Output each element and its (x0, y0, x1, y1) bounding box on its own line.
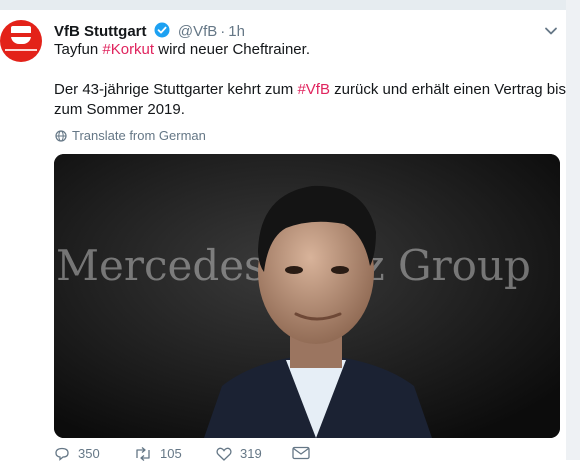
scrollbar[interactable] (566, 0, 580, 460)
hashtag-link[interactable]: #Korkut (102, 41, 154, 58)
display-name[interactable]: VfB Stuttgart (54, 23, 147, 40)
envelope-icon (292, 446, 310, 460)
retweet-count: 105 (160, 446, 182, 461)
tweet-header: VfB Stuttgart @VfB · 1h (54, 22, 245, 41)
separator-dot: · (220, 23, 226, 40)
reply-button[interactable]: 350 (54, 446, 100, 461)
globe-icon (55, 129, 67, 142)
translate-link[interactable]: Translate from German (55, 128, 206, 143)
user-handle[interactable]: @VfB (178, 23, 217, 40)
tweet-photo[interactable]: Mercedes-Benz Group (54, 154, 560, 438)
retweet-icon (136, 446, 150, 461)
hashtag-link[interactable]: #VfB (297, 81, 330, 98)
vfb-crest-icon (11, 26, 31, 44)
tweet-text-line-2: Der 43-jährige Stuttgarter kehrt zum #Vf… (54, 81, 566, 98)
like-count: 319 (240, 446, 262, 461)
verified-badge-icon (154, 22, 170, 38)
tweet-actions: 350 105 319 (54, 446, 454, 461)
avatar[interactable] (0, 20, 42, 62)
retweet-button[interactable]: 105 (134, 446, 182, 461)
message-button[interactable] (292, 446, 310, 460)
photo-portrait: Mercedes-Benz Group (54, 154, 560, 438)
like-button[interactable]: 319 (216, 446, 262, 461)
top-separator (0, 0, 580, 10)
reply-count: 350 (78, 446, 100, 461)
reply-icon (55, 447, 69, 461)
heart-icon (216, 447, 232, 461)
timestamp[interactable]: 1h (228, 23, 245, 40)
tweet-text-line-1: Tayfun #Korkut wird neuer Cheftrainer. (54, 41, 310, 58)
tweet-text-line-3: zum Sommer 2019. (54, 101, 185, 118)
chevron-down-icon[interactable] (544, 24, 558, 38)
